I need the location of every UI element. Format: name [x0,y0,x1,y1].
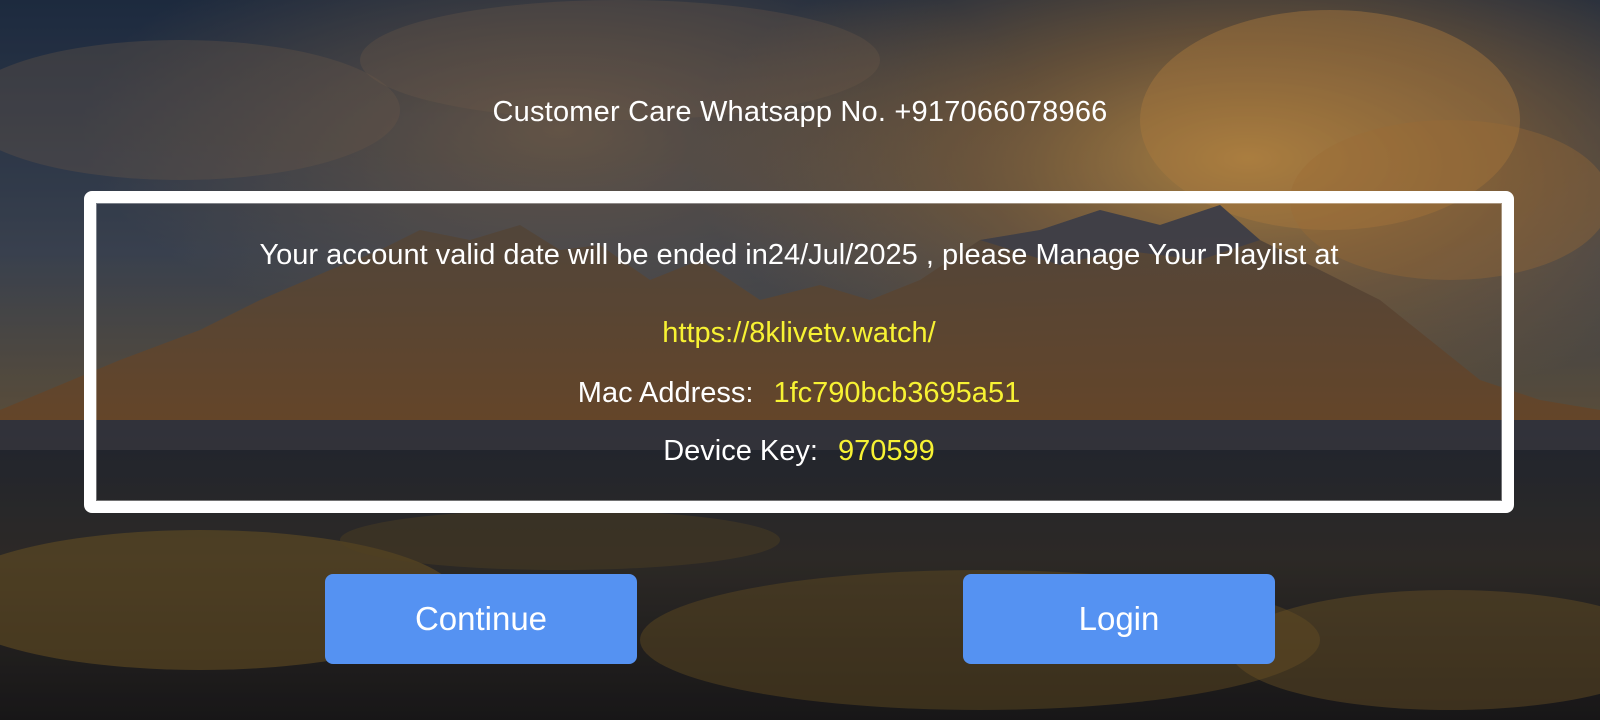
account-info-box: Your account valid date will be ended in… [84,191,1514,513]
app-screen: Customer Care Whatsapp No. +917066078966… [0,0,1600,720]
mac-address-label: Mac Address: [577,377,754,409]
login-button[interactable]: Login [963,574,1275,664]
playlist-url-row: https://8klivetv.watch/ [96,317,1502,350]
mac-address-row: Mac Address: 1fc790bcb3695a51 [96,377,1502,410]
device-key-row: Device Key: 970599 [96,435,1502,468]
device-key-value: 970599 [837,435,935,467]
customer-care-text: Customer Care Whatsapp No. +917066078966 [492,96,1108,128]
playlist-url-link[interactable]: https://8klivetv.watch/ [662,317,935,349]
continue-button[interactable]: Continue [325,574,637,664]
account-expiry-message: Your account valid date will be ended in… [259,239,1339,271]
mac-address-value: 1fc790bcb3695a51 [773,377,1021,409]
device-key-label: Device Key: [663,435,818,467]
